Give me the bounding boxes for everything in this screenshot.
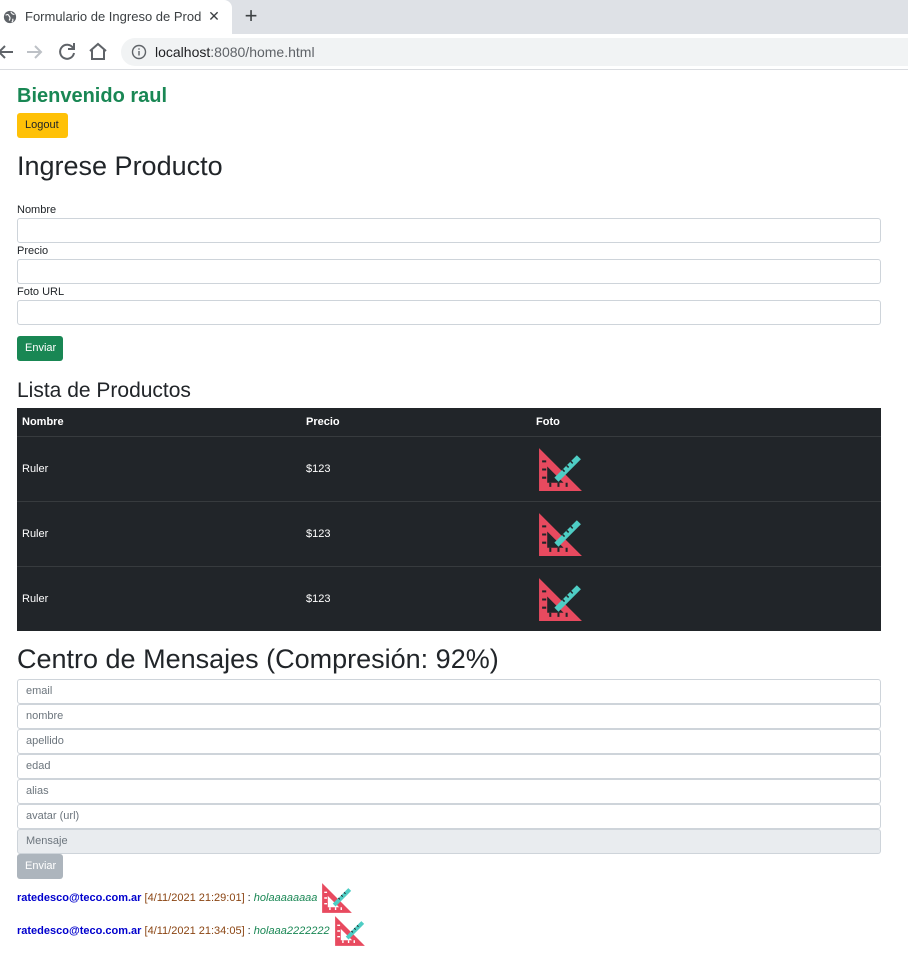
message-text: holaaa2222222 — [253, 924, 330, 937]
message-date: [4/11/2021 21:34:05] — [144, 924, 245, 937]
column-header-precio: Precio — [306, 416, 340, 428]
new-tab-button[interactable]: + — [240, 5, 262, 27]
url-host: localhost — [155, 44, 211, 60]
product-price: $123 — [306, 593, 331, 605]
message-email: ratedesco@teco.com.ar — [17, 891, 142, 904]
url-path: :8080/home.html — [210, 44, 315, 60]
product-price: $123 — [306, 463, 331, 475]
message-item: ratedesco@teco.com.ar [4/11/2021 21:29:0… — [17, 881, 354, 915]
ruler-icon — [539, 448, 582, 491]
welcome-heading: Bienvenido raul — [17, 85, 168, 107]
column-header-foto: Foto — [536, 416, 560, 428]
product-submit-button[interactable]: Enviar — [17, 336, 63, 361]
message-center-title: Centro de Mensajes (Compresión: 92%) — [17, 644, 499, 674]
product-name: Ruler — [22, 593, 49, 605]
ruler-icon — [334, 916, 365, 946]
foto-url-input[interactable] — [17, 300, 881, 325]
home-icon[interactable] — [86, 40, 110, 64]
forward-icon[interactable] — [22, 40, 46, 64]
close-icon[interactable]: ✕ — [206, 7, 222, 25]
product-price: $123 — [306, 528, 331, 540]
url-text: localhost:8080/home.html — [155, 44, 315, 60]
logout-button[interactable]: Logout — [17, 113, 68, 138]
message-separator: : — [244, 924, 254, 937]
tab-strip: Formulario de Ingreso de Produc ✕ + — [0, 0, 908, 34]
message-separator: : — [244, 891, 254, 904]
product-table: Nombre Precio Foto Ruler $123 Ruler $123 — [17, 408, 881, 631]
product-form-title: Ingrese Producto — [17, 151, 223, 181]
globe-icon — [3, 10, 17, 24]
tab-title: Formulario de Ingreso de Produc — [25, 9, 201, 24]
apellido-input[interactable]: apellido — [17, 729, 881, 754]
nombre-input[interactable] — [17, 218, 881, 243]
back-icon[interactable] — [0, 40, 18, 64]
table-row: Ruler $123 — [17, 436, 881, 501]
email-input[interactable]: email — [17, 679, 881, 704]
mensaje-input[interactable]: Mensaje — [17, 829, 881, 854]
message-email: ratedesco@teco.com.ar — [17, 924, 142, 937]
column-header-nombre: Nombre — [22, 416, 64, 428]
message-submit-button[interactable]: Enviar — [17, 854, 63, 879]
alias-input[interactable]: alias — [17, 779, 881, 804]
avatar-url-input[interactable]: avatar (url) — [17, 804, 881, 829]
message-text: holaaaaaaaa — [253, 891, 318, 904]
reload-icon[interactable] — [55, 40, 79, 64]
info-icon[interactable] — [131, 44, 147, 60]
nombre-label: Nombre — [17, 204, 57, 216]
address-bar[interactable]: localhost:8080/home.html — [121, 38, 908, 66]
browser-tab[interactable]: Formulario de Ingreso de Produc ✕ — [0, 0, 232, 34]
ruler-icon — [322, 883, 353, 913]
message-item: ratedesco@teco.com.ar [4/11/2021 21:34:0… — [17, 914, 367, 948]
ruler-icon — [539, 513, 582, 556]
nombre-message-input[interactable]: nombre — [17, 704, 881, 729]
product-name: Ruler — [22, 463, 49, 475]
precio-input[interactable] — [17, 259, 881, 284]
table-row: Ruler $123 — [17, 566, 881, 631]
foto-url-label: Foto URL — [17, 286, 65, 298]
ruler-icon — [539, 578, 582, 621]
message-date: [4/11/2021 21:29:01] — [144, 891, 245, 904]
browser-toolbar: localhost:8080/home.html — [0, 34, 908, 70]
table-row: Ruler $123 — [17, 501, 881, 566]
edad-input[interactable]: edad — [17, 754, 881, 779]
product-name: Ruler — [22, 528, 49, 540]
precio-label: Precio — [17, 245, 49, 257]
product-list-title: Lista de Productos — [17, 379, 191, 402]
